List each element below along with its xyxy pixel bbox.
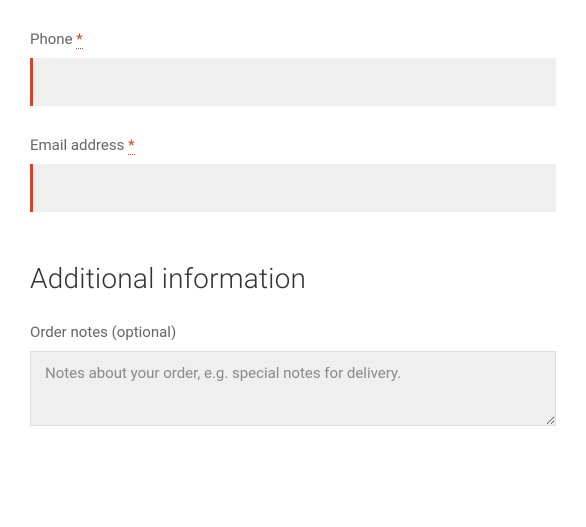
email-label: Email address * bbox=[30, 136, 556, 154]
required-indicator: * bbox=[128, 136, 134, 155]
email-label-text: Email address bbox=[30, 136, 124, 154]
required-indicator: * bbox=[76, 30, 82, 49]
order-notes-field-row: Order notes (optional) bbox=[30, 323, 556, 430]
phone-input[interactable] bbox=[30, 58, 556, 106]
order-notes-textarea[interactable] bbox=[30, 351, 556, 426]
phone-field-row: Phone * bbox=[30, 30, 556, 106]
email-field-row: Email address * bbox=[30, 136, 556, 212]
email-input[interactable] bbox=[30, 164, 556, 212]
phone-label-text: Phone bbox=[30, 30, 73, 48]
additional-info-heading: Additional information bbox=[30, 262, 556, 295]
order-notes-label: Order notes (optional) bbox=[30, 323, 556, 341]
phone-label: Phone * bbox=[30, 30, 556, 48]
